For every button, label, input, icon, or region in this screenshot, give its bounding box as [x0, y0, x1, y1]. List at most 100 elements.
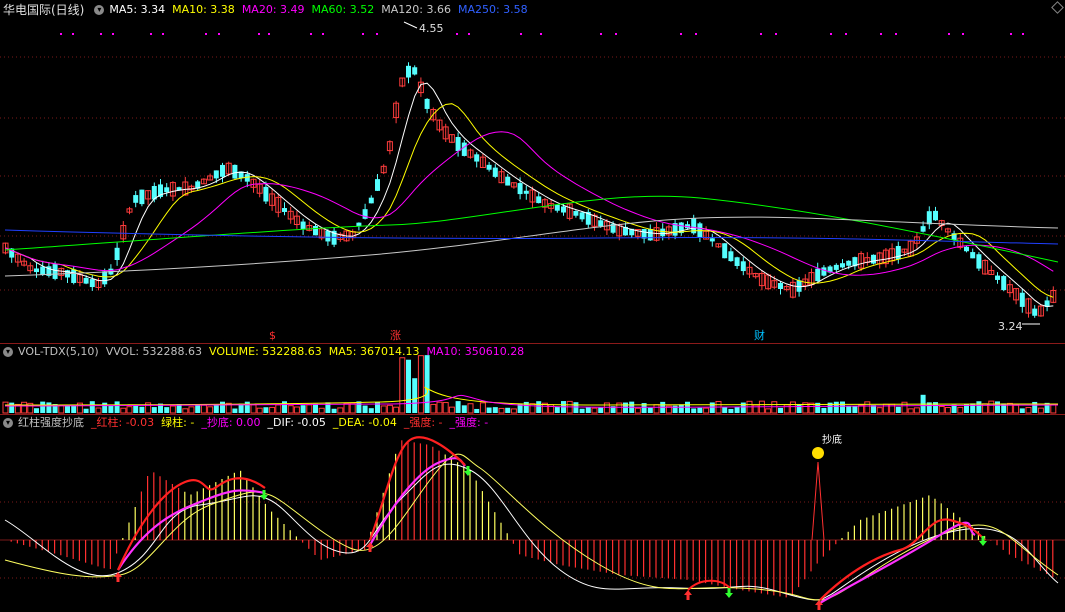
candle-body	[164, 187, 170, 193]
candle-body	[964, 246, 969, 252]
strength-label: _强度: -	[403, 416, 443, 429]
volume-bar	[653, 404, 660, 414]
volume-bar	[356, 401, 362, 413]
volume-bar	[789, 401, 796, 414]
volume-bar	[368, 408, 374, 413]
candle-body	[944, 228, 951, 233]
volume-bar	[988, 400, 995, 414]
stock-chart-canvas[interactable]: 4.55 3.24 $ 涨 财 抄底	[0, 0, 1065, 612]
volume-bar	[882, 403, 889, 414]
volume-bar	[871, 405, 876, 413]
candle-body	[126, 208, 133, 213]
volume-bar	[541, 402, 548, 414]
volume-bar	[610, 406, 616, 413]
candle-body	[722, 243, 728, 259]
volume-bar	[510, 408, 517, 414]
candle-body	[213, 170, 219, 179]
vol-ma5-label: MA5: 367014.13	[328, 345, 420, 358]
volume-bar	[591, 407, 598, 414]
signal-dot	[830, 33, 832, 35]
marker-dollar: $	[269, 329, 276, 342]
volume-bar	[634, 407, 641, 414]
volume-bar	[703, 407, 710, 414]
volume-bar	[448, 406, 455, 414]
candle-body	[740, 261, 746, 272]
high-price-label: 4.55	[419, 22, 444, 35]
candle-body	[758, 273, 765, 287]
candle-body	[306, 225, 313, 231]
chevron-down-icon[interactable]: ▾	[3, 418, 13, 428]
signal-dot	[468, 33, 470, 35]
indicator-title[interactable]: 红柱强度抄底	[18, 415, 84, 431]
volume-bar	[554, 406, 560, 413]
volume-bar	[486, 407, 492, 413]
volume-bar	[46, 402, 52, 413]
indicator-header: ▾ 红柱强度抄底 _红柱: -0.03 绿柱: - _抄底: 0.00 _DIF…	[0, 415, 495, 431]
ma10-line	[5, 103, 1054, 298]
main-chart-header: 华电国际(日线) ▾ MA5: 3.34 MA10: 3.38 MA20: 3.…	[0, 2, 535, 18]
volume-bar	[120, 407, 127, 414]
signal-dot	[456, 33, 458, 35]
volume-bar	[34, 408, 39, 413]
signal-dot	[775, 33, 777, 35]
down-arrow-icon	[464, 466, 472, 476]
volume-bar	[728, 408, 734, 413]
chevron-down-icon[interactable]: ▾	[3, 347, 13, 357]
volume-bar	[225, 402, 232, 414]
volume-bar	[362, 405, 368, 413]
candle-body	[1006, 284, 1013, 294]
volume-bar	[375, 402, 380, 413]
candle-body	[566, 203, 573, 219]
volume-bar	[709, 402, 715, 413]
candle-body	[715, 243, 722, 248]
candle-body	[46, 266, 52, 276]
candle-body	[1025, 298, 1032, 314]
volume-bar	[151, 407, 157, 413]
candle-body	[21, 260, 28, 266]
candle-body	[796, 280, 802, 292]
volume-bar	[827, 402, 833, 413]
candle-body	[318, 228, 325, 239]
volume-bar	[158, 403, 163, 413]
volume-bar	[740, 402, 746, 413]
volume-bar	[14, 403, 21, 414]
volume-bar	[331, 408, 337, 413]
volume-bar	[21, 401, 28, 414]
expand-diamond-icon[interactable]	[1051, 1, 1064, 14]
candle-body	[455, 137, 461, 152]
bottom-line	[369, 457, 466, 546]
strength-line	[819, 518, 986, 601]
candle-body	[1037, 305, 1044, 317]
candle-body	[133, 195, 139, 203]
candle-body	[356, 222, 362, 226]
candle-body	[406, 65, 411, 78]
candle-body	[541, 199, 548, 208]
candle-body	[665, 226, 672, 236]
candle-body	[282, 208, 287, 212]
volume-bar	[164, 407, 170, 413]
volume-bar	[938, 405, 945, 414]
candle-body	[685, 224, 690, 229]
candle-body	[926, 211, 932, 225]
candle-body	[492, 167, 498, 177]
stock-title[interactable]: 华电国际(日线)	[3, 2, 84, 18]
volume-bar	[598, 407, 604, 413]
volume-bar	[406, 359, 411, 413]
marker-zhang: 涨	[390, 329, 401, 342]
candle-body	[808, 272, 815, 286]
ma250-label: MA250: 3.58	[457, 3, 528, 16]
candle-body	[424, 98, 430, 109]
signal-dot	[1010, 33, 1012, 35]
volume-title[interactable]: VOL-TDX(5,10)	[18, 344, 99, 360]
volume-bar	[492, 407, 498, 413]
volume-bar	[920, 394, 926, 413]
candle-body	[200, 178, 207, 185]
volume-bar	[895, 406, 901, 413]
volume-bar	[821, 407, 827, 413]
candle-body	[412, 67, 418, 75]
volume-bar	[139, 406, 145, 413]
chevron-down-icon[interactable]: ▾	[94, 5, 105, 15]
volume-bar	[474, 408, 480, 413]
signal-dot	[322, 33, 324, 35]
volume-bar	[213, 405, 219, 413]
